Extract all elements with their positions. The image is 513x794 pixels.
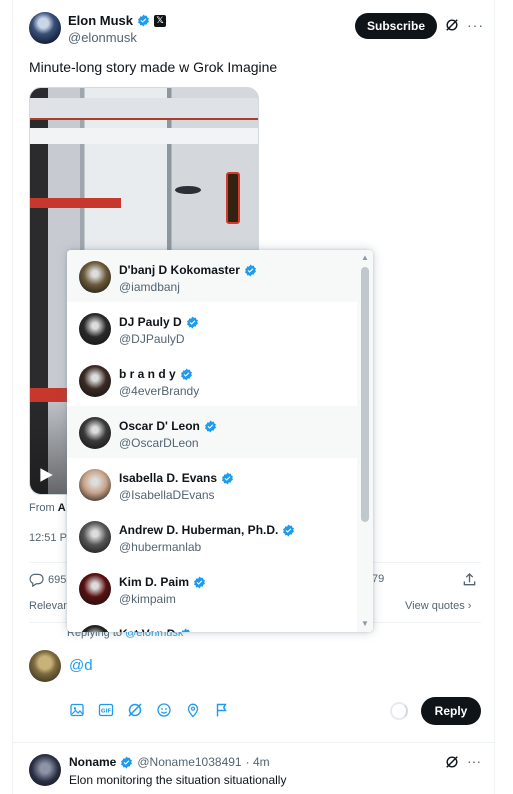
x-badge-icon: 𝕏 [154,14,167,27]
mention-handle: @IsabellaDEvans [119,488,215,502]
mention-handle: @DJPaulyD [119,332,185,346]
post-timestamp[interactable]: 12:51 PI [29,532,70,544]
mention-name: DJ Pauly D [119,315,182,329]
mention-avatar [79,469,111,501]
noname-avatar[interactable] [29,754,61,786]
play-icon[interactable] [37,466,55,484]
mention-name: Kat Von D [119,627,175,632]
more-options-icon[interactable]: ··· [467,17,484,33]
flag-icon[interactable] [214,702,230,718]
scroll-down-arrow-icon[interactable]: ▼ [359,618,371,630]
noname-header[interactable]: Noname @Noname1038491 · 4m [69,755,270,769]
mention-avatar [79,521,111,553]
grok-icon[interactable] [127,702,143,718]
grok-icon[interactable] [445,18,459,32]
mention-avatar [79,417,111,449]
mention-avatar [79,365,111,397]
author-name-row[interactable]: Elon Musk 𝕏 [68,13,167,28]
mention-suggestions-popup: D'banj D Kokomaster @iamdbanj DJ Pauly D @D… [67,250,373,632]
reply-compose-input[interactable]: @d [69,657,93,674]
from-source[interactable]: A [58,502,66,514]
mention-name-row: Oscar D' Leon [119,419,217,433]
verified-badge-icon [283,524,295,536]
mention-suggestion-row[interactable]: D'banj D Kokomaster @iamdbanj [67,250,357,302]
mention-suggestion-row[interactable]: DJ Pauly D @DJPaulyD [67,302,357,354]
character-count-ring [390,702,408,720]
mention-handle: @hubermanlab [119,540,202,554]
mention-handle: @kimpaim [119,592,176,606]
current-user-avatar[interactable] [29,650,61,682]
mention-name: Isabella D. Evans [119,471,218,485]
share-icon[interactable] [462,572,477,587]
mention-name-row: DJ Pauly D [119,315,199,329]
mention-name-row: b r a n d y [119,367,193,381]
view-quotes-link[interactable]: View quotes › [405,600,471,612]
video-source[interactable]: From A [29,502,66,514]
emoji-icon[interactable] [156,702,172,718]
mention-avatar [79,261,111,293]
verified-badge-icon [222,472,234,484]
noname-time[interactable]: · 4m [246,755,270,769]
mention-name: Kim D. Paim [119,575,190,589]
replies-count: 695 [48,573,67,586]
mention-name-row: D'banj D Kokomaster [119,263,257,277]
replies-stat[interactable]: 695 [29,572,66,587]
mention-name: b r a n d y [119,367,176,381]
mention-name-row: Isabella D. Evans [119,471,234,485]
mention-suggestion-row[interactable]: b r a n d y @4everBrandy [67,354,357,406]
more-options-icon[interactable]: ··· [467,753,481,769]
verified-badge-icon [138,14,149,27]
mention-avatar [79,625,111,632]
from-prefix: From [29,502,55,514]
reply-icon [29,573,44,587]
noname-post-text: Elon monitoring the situation situationa… [69,773,287,787]
mention-suggestion-row[interactable]: Isabella D. Evans @IsabellaDEvans [67,458,357,510]
divider [13,742,494,743]
bookmarks-stat[interactable]: 79 [372,573,384,585]
post-text: Minute-long story made w Grok Imagine [29,59,278,75]
author-handle[interactable]: @elonmusk [68,30,137,45]
author-name[interactable]: Elon Musk [68,13,133,28]
scrollbar-thumb[interactable] [361,267,369,522]
sort-relevant-dropdown[interactable]: Relevan [29,600,69,612]
scroll-up-arrow-icon[interactable]: ▲ [359,252,371,264]
mention-suggestion-row[interactable]: Oscar D' Leon @OscarDLeon [67,406,357,458]
verified-badge-icon [181,628,192,632]
mention-list: D'banj D Kokomaster @iamdbanj DJ Pauly D @D… [67,250,357,632]
mention-name-row: Kat Von D [119,627,192,632]
mention-suggestion-row[interactable]: Kat Von D [67,614,357,632]
verified-badge-icon [186,316,198,328]
svg-text:GIF: GIF [101,709,112,715]
mention-name-row: Kim D. Paim [119,575,206,589]
mention-name: Oscar D' Leon [119,419,200,433]
noname-author-name[interactable]: Noname [69,755,116,769]
verified-badge-icon [194,576,206,588]
mention-avatar [79,573,111,605]
mention-avatar [79,313,111,345]
noname-handle[interactable]: @Noname1038491 [137,755,241,769]
mention-handle: @OscarDLeon [119,436,199,450]
mention-name: Andrew D. Huberman, Ph.D. [119,523,279,537]
image-icon[interactable] [69,702,85,718]
mention-suggestion-row[interactable]: Andrew D. Huberman, Ph.D. @hubermanlab [67,510,357,562]
grok-icon[interactable] [445,755,459,769]
author-avatar[interactable] [29,12,61,44]
mention-handle: @iamdbanj [119,280,180,294]
mention-name: D'banj D Kokomaster [119,263,240,277]
gif-icon[interactable]: GIF [98,702,114,718]
location-icon[interactable] [185,702,201,718]
mention-handle: @4everBrandy [119,384,200,398]
verified-badge-icon [204,420,216,432]
verified-badge-icon [180,368,192,380]
reply-button[interactable]: Reply [421,697,481,725]
mention-suggestion-row[interactable]: Kim D. Paim @kimpaim [67,562,357,614]
subscribe-button[interactable]: Subscribe [355,13,437,39]
mention-name-row: Andrew D. Huberman, Ph.D. [119,523,295,537]
verified-badge-icon [244,264,256,276]
bookmarks-count: 79 [372,573,385,585]
verified-badge-icon [121,756,133,768]
